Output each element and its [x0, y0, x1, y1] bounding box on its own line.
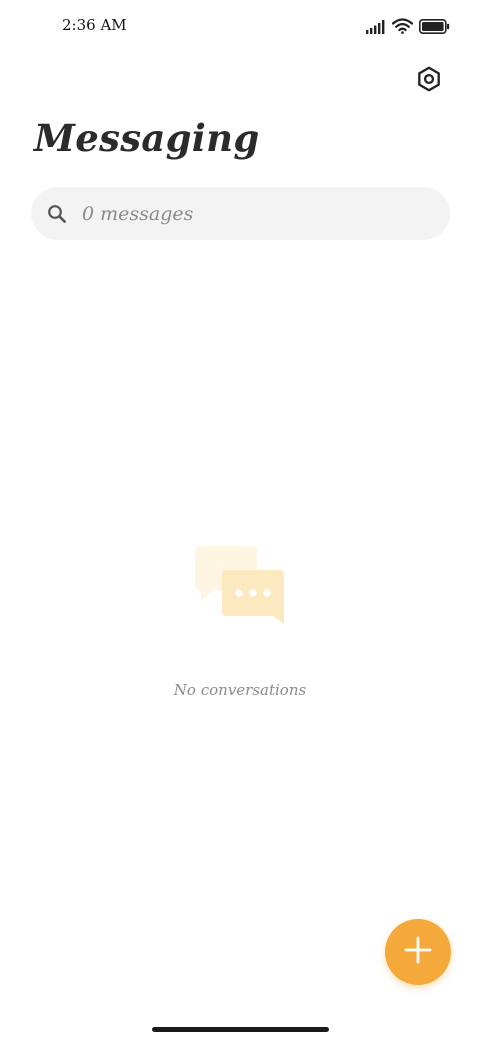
page-title: Messaging: [34, 116, 260, 160]
status-time: 2:36 AM: [62, 16, 127, 34]
search-bar[interactable]: 0 messages: [31, 187, 450, 240]
new-conversation-button[interactable]: [385, 919, 451, 985]
status-bar: 2:36 AM: [0, 0, 480, 52]
plus-icon: [404, 936, 432, 968]
wifi-icon: [391, 18, 414, 38]
empty-state-text: No conversations: [173, 681, 307, 699]
chat-bubbles-icon: [195, 546, 287, 628]
search-placeholder: 0 messages: [82, 202, 194, 225]
status-icons: [366, 18, 450, 38]
settings-button[interactable]: [412, 64, 446, 98]
home-indicator[interactable]: [152, 1027, 329, 1032]
settings-icon: [416, 66, 442, 96]
search-icon: [47, 204, 67, 224]
signal-icon: [366, 19, 386, 38]
battery-icon: [419, 18, 450, 38]
